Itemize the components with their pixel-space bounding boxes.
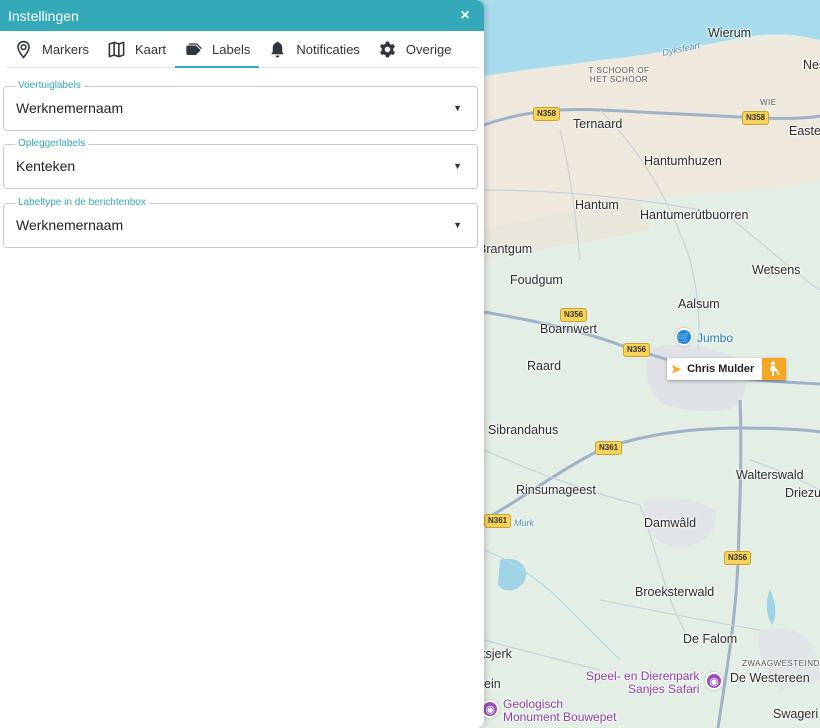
tab-label: Labels <box>212 41 251 57</box>
place-label-hantum: Hantum <box>575 198 619 212</box>
vehicle-labels-value: Werknemernaam <box>16 100 124 116</box>
place-label-rinsumageest: Rinsumageest <box>516 483 596 497</box>
caret-down-icon: ▼ <box>453 103 462 113</box>
settings-panel: Instellingen × Markers Kaart Labels Noti… <box>0 0 484 728</box>
worker-icon-svg <box>770 361 780 376</box>
tab-label: Overige <box>405 41 452 57</box>
vehicle-labels-legend: Voertuiglabels <box>15 80 84 92</box>
road-shield: N356 <box>623 343 651 357</box>
tab-kaart[interactable]: Kaart <box>98 31 175 67</box>
place-label-school: T SCHOOR OF HET SCHOOR <box>588 66 650 84</box>
place-label-boarnwert: Boarnwert <box>540 322 597 336</box>
poi-label-jumbo[interactable]: Jumbo <box>697 331 733 345</box>
caret-down-icon: ▼ <box>453 220 462 230</box>
place-label-nes: Nes <box>803 58 820 72</box>
poi-label-geologisch[interactable]: Geologisch Monument Bouwepet <box>503 698 616 724</box>
place-label-wetsens: Wetsens <box>752 263 801 277</box>
road-shield: N356 <box>724 551 752 565</box>
vehicle-marker[interactable]: ➤ Chris Mulder <box>667 358 787 380</box>
road-shield: N358 <box>533 107 561 121</box>
place-label-ternaard: Ternaard <box>573 117 623 131</box>
folded-map-icon <box>108 41 125 57</box>
poi-label-dierenpark-line2: Sanjes Safari <box>628 682 700 696</box>
tab-label: Notificaties <box>296 41 360 57</box>
map-pin-icon <box>17 40 30 59</box>
place-label-zwaag: ZWAAGWESTEIND <box>742 659 820 668</box>
tab-label: Kaart <box>134 41 167 57</box>
tab-overige[interactable]: Overige <box>369 31 461 67</box>
place-label-hantumerutbuorren: Hantumerútbuorren <box>640 208 749 222</box>
trailer-labels-value: Kenteken <box>16 158 76 174</box>
place-label-defalom: De Falom <box>683 632 738 646</box>
place-label-broeksterwald: Broeksterwald <box>635 585 715 599</box>
close-button[interactable]: × <box>456 7 474 24</box>
tag-icon <box>186 42 202 55</box>
trailer-labels-legend: Opleggerlabels <box>15 138 89 150</box>
place-label-foudgum: Foudgum <box>510 273 563 287</box>
place-label-wierum: Wierum <box>708 26 752 40</box>
tab-markers[interactable]: Markers <box>6 31 98 67</box>
panel-header: Instellingen × <box>0 0 484 31</box>
place-label-sibrandahus: Sibrandahus <box>488 423 559 437</box>
attraction-icon[interactable]: ◉ <box>705 672 723 690</box>
vehicle-driver-name: Chris Mulder <box>687 363 755 375</box>
message-box-label-type-legend: Labeltype in de berichtenbox <box>15 197 149 209</box>
worker-icon <box>762 358 787 380</box>
place-label-easter: Easte <box>789 124 820 138</box>
place-label-raard: Raard <box>527 359 562 373</box>
poi-label-geologisch-line2: Monument Bouwepet <box>503 710 617 724</box>
tab-label: Markers <box>42 41 89 57</box>
water-label-murk: Murk <box>514 518 534 528</box>
place-label-aalsum: Aalsum <box>678 297 720 311</box>
place-label-hantumhuzen: Hantumhuzen <box>644 154 722 168</box>
place-label-walterswald: Walterswald <box>736 468 804 482</box>
vehicle-labels-select[interactable]: Voertuiglabels Werknemernaam ▼ <box>3 80 478 131</box>
place-label-swagerbosk: Swageri <box>773 707 819 721</box>
road-shield: N356 <box>560 308 588 322</box>
message-box-label-type-value: Werknemernaam <box>16 217 124 233</box>
direction-arrow-icon: ➤ <box>671 362 682 376</box>
place-label-driezum: Driezu <box>785 486 820 500</box>
message-box-label-type-select[interactable]: Labeltype in de berichtenbox Werknemerna… <box>3 197 478 248</box>
tab-bar: Markers Kaart Labels Notificaties Overig… <box>6 31 478 68</box>
bell-icon <box>271 41 285 57</box>
vehicle-label[interactable]: ➤ Chris Mulder <box>667 358 763 380</box>
place-label-ein: ein <box>484 677 501 691</box>
road-shield: N361 <box>595 441 623 455</box>
shopping-cart-icon[interactable]: 🛒 <box>675 328 693 346</box>
trailer-labels-select[interactable]: Opleggerlabels Kenteken ▼ <box>3 138 478 189</box>
app-root: Wierum Nes Dyksfeart T SCHOOR OF HET SCH… <box>0 0 820 728</box>
gear-icon <box>379 41 395 57</box>
place-label-damwald: Damwâld <box>644 516 697 530</box>
place-label-wie: WIE <box>760 98 777 107</box>
tab-notificaties[interactable]: Notificaties <box>259 31 369 67</box>
place-label-dewestereen: De Westereen <box>730 671 810 685</box>
caret-down-icon: ▼ <box>453 161 462 171</box>
tab-labels[interactable]: Labels <box>175 31 260 68</box>
panel-title: Instellingen <box>8 7 79 24</box>
road-shield: N358 <box>742 111 770 125</box>
place-label-brantgum: Brantgum <box>478 242 533 256</box>
poi-label-dierenpark[interactable]: Speel- en Dierenpark Sanjes Safari <box>586 670 699 696</box>
road-shield: N361 <box>484 514 512 528</box>
place-label-tsjerk: tsjerk <box>482 647 512 661</box>
